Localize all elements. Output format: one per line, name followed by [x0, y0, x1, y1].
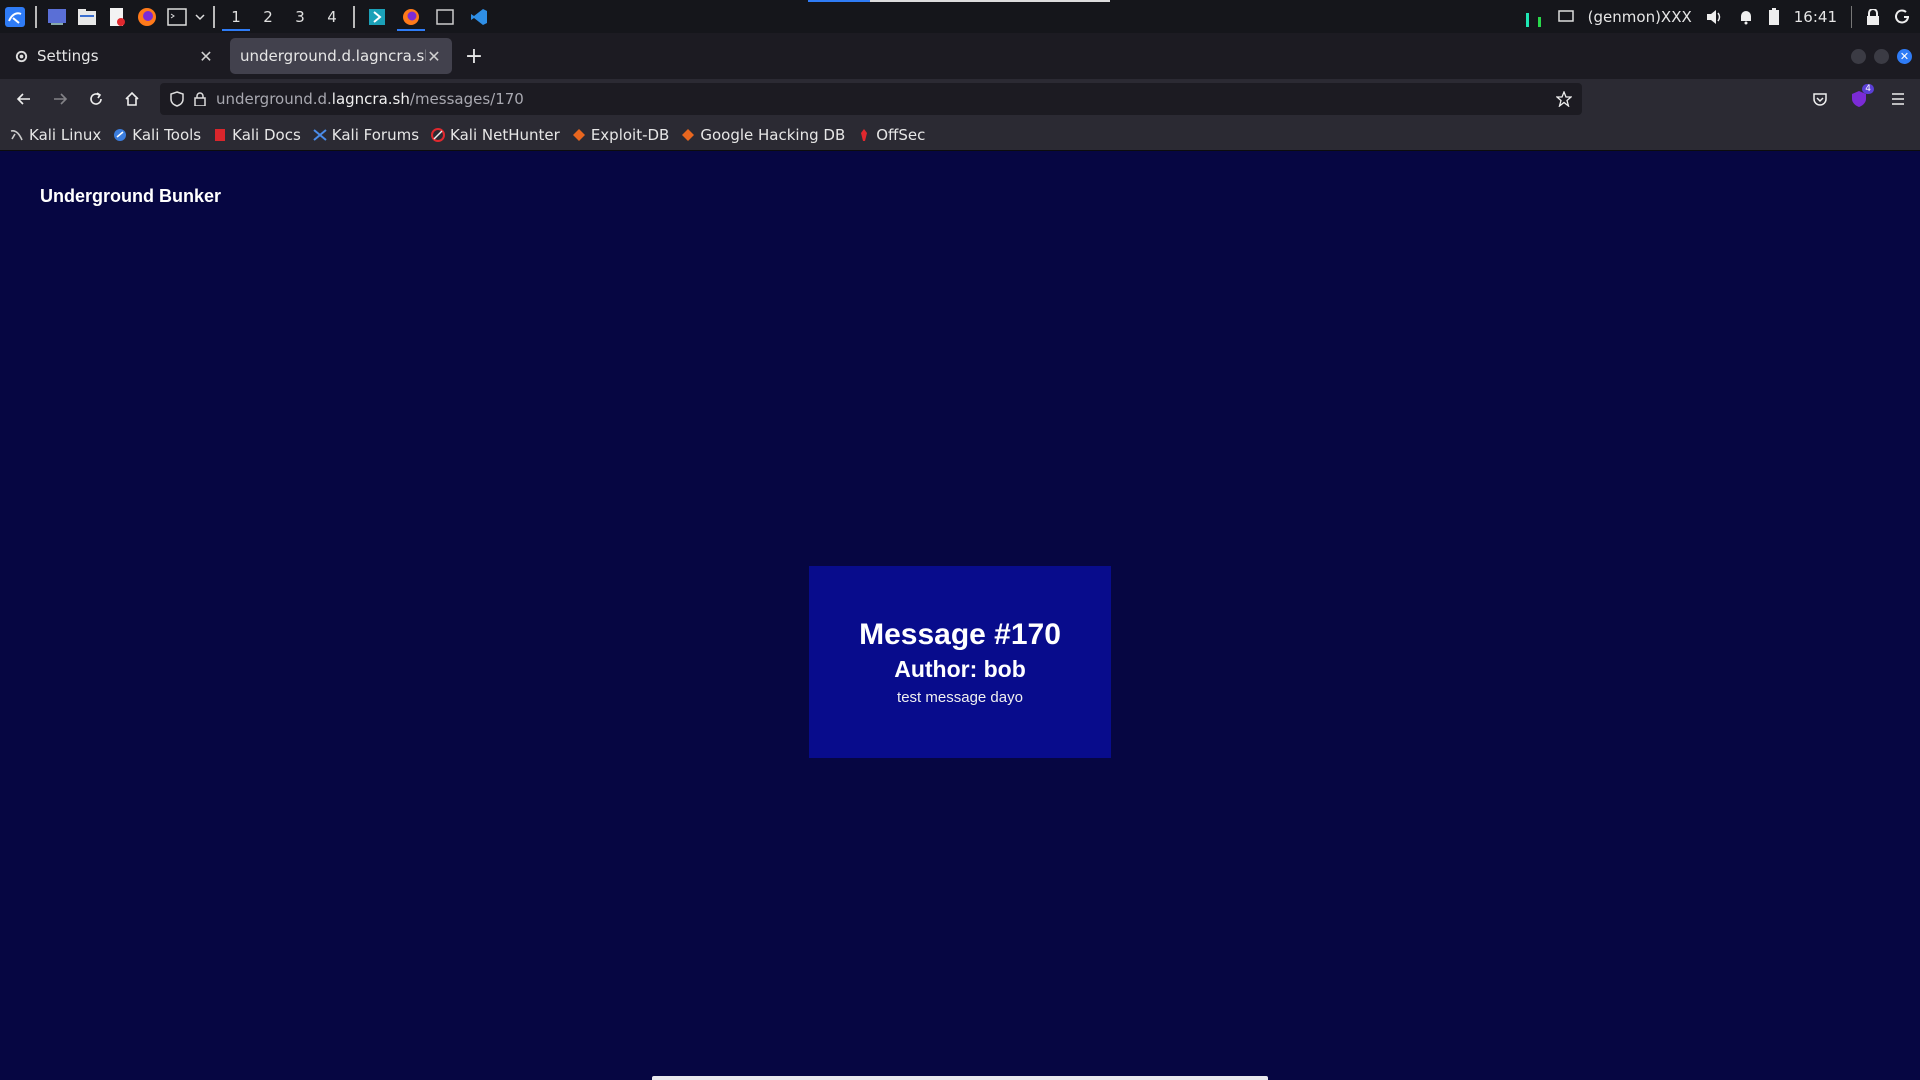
- shield-icon[interactable]: [170, 91, 184, 107]
- new-tab-button[interactable]: +: [458, 40, 490, 72]
- genmon-label: (genmon)XXX: [1587, 7, 1692, 26]
- url-path: /messages/170: [409, 90, 524, 108]
- url-prefix: underground.d.: [216, 90, 332, 108]
- task-firefox-icon[interactable]: [394, 0, 428, 33]
- reload-icon: [90, 92, 102, 105]
- exploit-db-icon: [572, 128, 586, 142]
- notification-bell-icon[interactable]: [1738, 9, 1754, 25]
- chevron-down-icon[interactable]: [192, 0, 208, 33]
- file-manager-icon[interactable]: [72, 0, 102, 33]
- kali-nethunter-icon: [431, 127, 446, 142]
- back-arrow-icon: [16, 93, 30, 105]
- bookmark-kali-tools[interactable]: Kali Tools: [113, 126, 201, 144]
- offsec-icon: [857, 128, 871, 142]
- window-close-button[interactable]: ✕: [1897, 48, 1912, 64]
- back-button[interactable]: [6, 83, 42, 115]
- url-text[interactable]: underground.d.lagncra.sh/messages/170: [216, 90, 1556, 108]
- logout-icon[interactable]: [1894, 9, 1910, 25]
- bookmark-google-hacking-db[interactable]: Google Hacking DB: [681, 126, 845, 144]
- bookmark-offsec[interactable]: OffSec: [857, 126, 925, 144]
- bookmark-kali-docs[interactable]: Kali Docs: [213, 126, 301, 144]
- page-content: Underground Bunker Message #170 Author: …: [0, 151, 1920, 1080]
- bookmark-label: Kali Linux: [29, 125, 102, 144]
- bookmarks-toolbar: Kali Linux Kali Tools Kali Docs Kali For…: [0, 119, 1920, 151]
- message-author: Author: bob: [894, 656, 1026, 682]
- bookmark-label: Kali Tools: [132, 125, 202, 144]
- system-taskbar: 1 2 3 4 (genmon)XXX 16:41: [0, 0, 1920, 33]
- bookmark-label: Google Hacking DB: [700, 125, 846, 144]
- lock-icon[interactable]: [194, 92, 206, 106]
- reload-button[interactable]: [78, 83, 114, 115]
- task-vscode-icon[interactable]: [462, 0, 496, 33]
- kali-docs-icon: [213, 128, 227, 142]
- top-progress-indicator: [808, 0, 1110, 2]
- tab-message-page[interactable]: underground.d.lagncra.sh/messages/170 ✕: [230, 38, 452, 74]
- clock[interactable]: 16:41: [1794, 8, 1837, 26]
- bookmark-label: Kali Forums: [331, 125, 420, 144]
- kali-tools-icon: [113, 128, 127, 142]
- maximize-button[interactable]: [1874, 48, 1889, 64]
- bookmark-label: Kali NetHunter: [450, 125, 560, 144]
- bookmark-label: OffSec: [876, 125, 926, 144]
- bookmark-exploit-db[interactable]: Exploit-DB: [572, 125, 670, 144]
- workspace-1[interactable]: 1: [220, 0, 252, 33]
- browser-tab-bar: Settings ✕ underground.d.lagncra.sh/mess…: [0, 33, 1920, 79]
- tab-label: Settings: [37, 47, 99, 65]
- gear-icon: [14, 49, 29, 64]
- bookmark-star-icon[interactable]: [1556, 91, 1572, 107]
- cpu-graph-icon: [1524, 7, 1544, 27]
- kali-dragon-icon: [10, 128, 24, 142]
- task-terminal-icon[interactable]: [428, 0, 462, 33]
- lock-icon[interactable]: [1866, 8, 1880, 25]
- bottom-panel-handle[interactable]: [652, 1076, 1268, 1080]
- home-button[interactable]: [114, 83, 150, 115]
- bookmark-kali-nethunter[interactable]: Kali NetHunter: [431, 126, 560, 144]
- bookmark-label: Kali Docs: [232, 125, 301, 144]
- workspace-2[interactable]: 2: [252, 0, 284, 33]
- show-desktop-icon[interactable]: [42, 0, 72, 33]
- home-icon: [125, 91, 139, 106]
- close-icon[interactable]: ✕: [198, 47, 214, 66]
- bookmark-label: Exploit-DB: [590, 125, 670, 144]
- pocket-icon[interactable]: [1812, 91, 1828, 107]
- extension-icon[interactable]: 4: [1850, 84, 1874, 108]
- kali-forums-icon: [313, 128, 327, 142]
- kali-menu-icon[interactable]: [0, 0, 30, 33]
- close-icon[interactable]: ✕: [426, 47, 442, 66]
- ghdb-icon: [681, 128, 695, 142]
- bookmark-kali-linux[interactable]: Kali Linux: [10, 126, 101, 144]
- forward-arrow-icon: [54, 93, 68, 105]
- taskbar-separator: [353, 5, 355, 28]
- taskbar-separator: [213, 5, 215, 28]
- browser-nav-bar: underground.d.lagncra.sh/messages/170 4: [0, 79, 1920, 119]
- message-title: Message #170: [859, 618, 1061, 651]
- taskbar-separator: [35, 5, 37, 28]
- battery-icon[interactable]: [1768, 7, 1780, 26]
- volume-icon[interactable]: [1706, 9, 1724, 25]
- terminal-launcher-icon[interactable]: [162, 0, 192, 33]
- workspace-3[interactable]: 3: [284, 0, 316, 33]
- message-card: Message #170 Author: bob test message da…: [809, 566, 1111, 758]
- tab-settings[interactable]: Settings ✕: [4, 38, 224, 74]
- forward-button[interactable]: [42, 83, 78, 115]
- menu-icon[interactable]: [1890, 92, 1906, 106]
- firefox-launcher-icon[interactable]: [132, 0, 162, 33]
- minimize-button[interactable]: [1851, 48, 1866, 64]
- display-icon[interactable]: [1557, 9, 1574, 24]
- url-host: lagncra.sh: [331, 90, 410, 108]
- text-editor-icon[interactable]: [102, 0, 132, 33]
- task-app-icon[interactable]: [360, 0, 394, 33]
- bookmark-kali-forums[interactable]: Kali Forums: [313, 126, 419, 144]
- workspace-4[interactable]: 4: [316, 0, 348, 33]
- message-body: test message dayo: [897, 689, 1023, 706]
- site-title: Underground Bunker: [40, 186, 222, 206]
- taskbar-separator: [1851, 5, 1852, 28]
- tab-label: underground.d.lagncra.sh/messages/170: [240, 47, 426, 65]
- extension-badge: 4: [1862, 84, 1874, 94]
- url-bar[interactable]: underground.d.lagncra.sh/messages/170: [160, 83, 1582, 115]
